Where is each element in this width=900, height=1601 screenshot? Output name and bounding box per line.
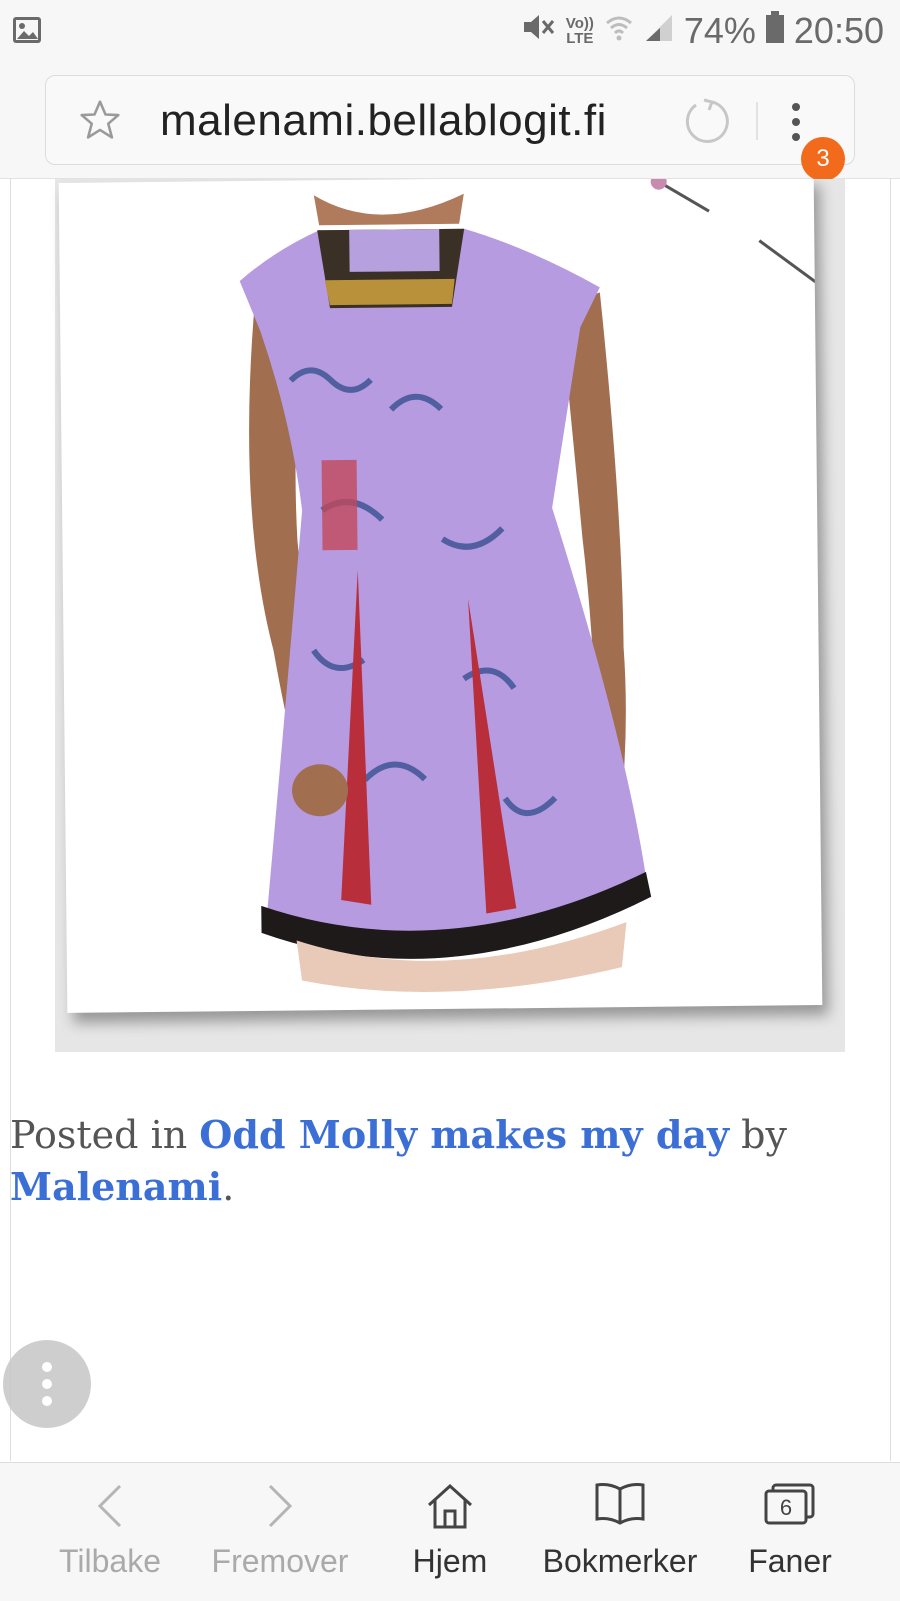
volte-bottom-label: LTE	[566, 30, 594, 47]
tabs-button[interactable]: 6 Faner	[725, 1463, 855, 1601]
tabs-icon: 6	[763, 1481, 817, 1530]
posted-in-text: Posted in	[10, 1113, 200, 1157]
bookmarks-button[interactable]: Bokmerker	[535, 1463, 705, 1601]
forward-label: Fremover	[211, 1543, 349, 1579]
star-icon[interactable]	[78, 98, 122, 147]
signal-icon	[644, 10, 674, 52]
home-icon	[425, 1481, 475, 1536]
mute-icon	[522, 10, 556, 52]
forward-button[interactable]: Fremover	[200, 1463, 360, 1601]
reload-icon[interactable]	[682, 96, 730, 149]
clock: 20:50	[793, 10, 884, 51]
bookmarks-label: Bokmerker	[542, 1543, 698, 1579]
category-link[interactable]: Odd Molly makes my day	[199, 1112, 729, 1157]
tabs-label: Faner	[748, 1543, 832, 1579]
post-image[interactable]	[58, 179, 823, 1013]
author-link[interactable]: Malenami	[10, 1164, 222, 1209]
status-bar: Vo)) LTE 74% 20:50	[0, 0, 900, 62]
battery-percent: 74%	[683, 10, 756, 51]
browser-toolbar: malenami.bellablogit.fi 3	[0, 62, 900, 181]
period-text: .	[222, 1165, 235, 1209]
battery-icon	[765, 10, 784, 52]
back-button[interactable]: Tilbake	[40, 1463, 180, 1601]
volte-icon: Vo)) LTE	[566, 16, 594, 46]
more-options-icon[interactable]	[791, 102, 801, 147]
post-image-frame	[55, 179, 845, 1052]
floating-menu-button[interactable]	[3, 1340, 91, 1428]
home-button[interactable]: Hjem	[390, 1463, 510, 1601]
notification-badge: 3	[801, 137, 845, 181]
bookmarks-icon	[593, 1481, 647, 1530]
volte-top-label: Vo))	[565, 15, 594, 32]
content-border	[890, 179, 891, 1461]
more-vertical-icon	[42, 1362, 52, 1406]
url-text[interactable]: malenami.bellablogit.fi	[160, 96, 607, 146]
address-bar[interactable]: malenami.bellablogit.fi	[45, 75, 855, 165]
chevron-left-icon	[90, 1481, 130, 1536]
post-meta: Posted in Odd Molly makes my day by Malen…	[10, 1109, 870, 1213]
wifi-icon	[604, 10, 634, 52]
gallery-icon	[12, 16, 42, 49]
chevron-right-icon	[260, 1481, 300, 1536]
home-label: Hjem	[412, 1543, 488, 1579]
page-content: Posted in Odd Molly makes my day by Malen…	[0, 179, 900, 1461]
content-border	[10, 179, 11, 1461]
by-text: by	[729, 1113, 787, 1157]
dress-photo-illustration	[239, 179, 821, 992]
bottom-toolbar: Tilbake Fremover Hjem Bokmerker 6 Faner	[0, 1462, 900, 1601]
divider	[756, 102, 758, 140]
back-label: Tilbake	[59, 1543, 161, 1579]
tabs-count: 6	[780, 1495, 792, 1520]
